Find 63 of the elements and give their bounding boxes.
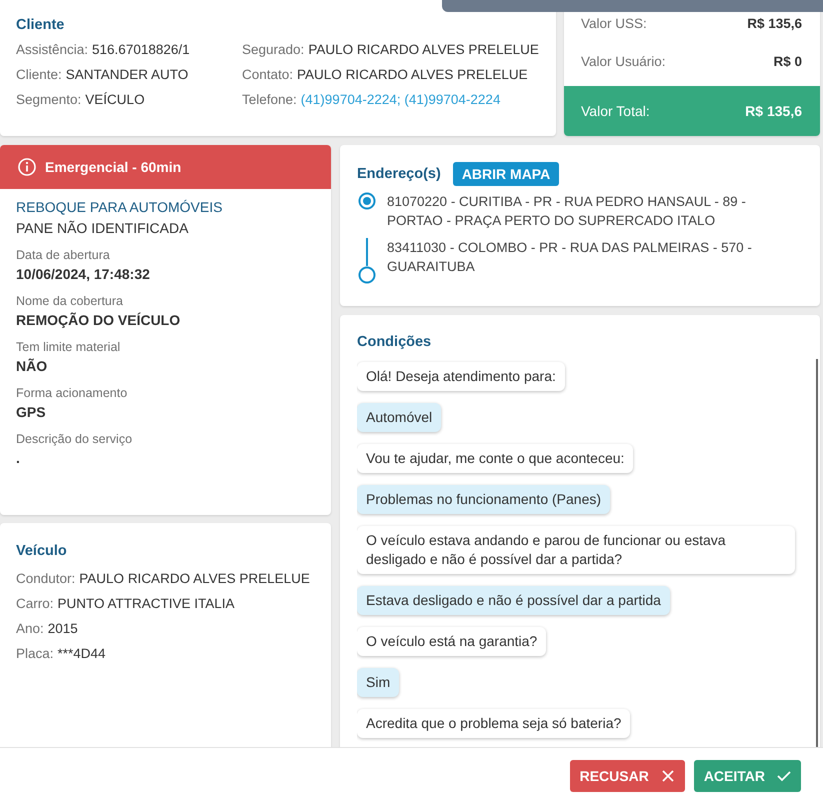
field-label: Cliente: [16, 67, 62, 82]
service-title: REBOQUE PARA AUTOMÓVEIS [16, 199, 224, 215]
value-amount: R$ 0 [773, 54, 802, 68]
field-label: Carro: [16, 596, 54, 611]
field-value: . [16, 450, 21, 466]
answer-bubble: Problemas no funcionamento (Panes) [357, 485, 610, 514]
question-bubble: Vou te ajudar, me conte o que aconteceu: [357, 444, 634, 473]
field-label: Forma acionamento [16, 386, 128, 400]
destination-marker-icon [358, 266, 376, 284]
question-bubble: O veículo estava andando e parou de funcionar ou estava desligado e não é possível dar a partida? [357, 526, 795, 574]
close-icon [660, 768, 675, 782]
accept-button[interactable]: ACEITAR [694, 760, 801, 792]
field-label: Telefone: [242, 92, 297, 107]
field-label: Segurado: [242, 42, 304, 57]
service-subtitle: PANE NÃO IDENTIFICADA [16, 220, 190, 236]
section-title: Cliente [16, 17, 64, 33]
priority-text: Emergencial - 60min [45, 159, 182, 175]
value-amount: R$ 135,6 [747, 16, 802, 30]
field-value: NÃO [16, 358, 48, 374]
question-bubble: Acredita que o problema seja só bateria? [357, 709, 630, 738]
field-label: Condutor: [16, 571, 76, 586]
answer-bubble: Sim [357, 668, 400, 697]
field-label: Segmento: [16, 92, 82, 107]
field-value: PAULO RICARDO ALVES PRELELUE [79, 571, 310, 586]
info-icon [18, 158, 36, 176]
address-text: 83411030 - COLOMBO - PR - RUA DAS PALMEIRAS - 570 - GUARAITUBA [387, 239, 753, 276]
field-value: 2015 [48, 621, 78, 636]
value-label: Valor USS: [581, 16, 647, 30]
section-title: Endereço(s) [357, 166, 441, 182]
field-value: REMOÇÃO DO VEÍCULO [16, 312, 182, 328]
section-title: Veículo [16, 543, 68, 559]
origin-marker-icon [358, 192, 376, 210]
value-label: Valor Usuário: [581, 54, 666, 68]
field-value: 516.67018826/1 [92, 42, 190, 57]
field-value: SANTANDER AUTO [66, 67, 188, 82]
section-title: Condições [357, 334, 432, 350]
field-label: Assistência: [16, 42, 88, 57]
answer-bubble: Estava desligado e não é possível dar a partida [357, 586, 670, 615]
total-label: Valor Total: [581, 103, 650, 119]
field-label: Placa: [16, 646, 54, 661]
field-value: PAULO RICARDO ALVES PRELELUE [308, 42, 539, 57]
field-label: Descrição do serviço [16, 432, 134, 446]
field-label: Ano: [16, 621, 44, 636]
field-value: PAULO RICARDO ALVES PRELELUE [297, 67, 528, 82]
answer-bubble: Automóvel [357, 403, 442, 432]
route-line [366, 238, 368, 266]
field-value: 10/06/2024, 17:48:32 [16, 266, 151, 282]
field-value: ***4D44 [58, 646, 106, 661]
field-label: Tem limite material [16, 340, 122, 354]
question-bubble: O veículo está na garantia? [357, 627, 546, 656]
field-label: Data de abertura [16, 248, 111, 262]
field-value: PUNTO ATTRACTIVE ITALIA [58, 596, 235, 611]
field-value: VEÍCULO [85, 92, 145, 107]
reject-button[interactable]: RECUSAR [570, 760, 685, 792]
phone-link[interactable]: (41)99704-2224; (41)99704-2224 [300, 92, 500, 107]
total-amount: R$ 135,6 [745, 103, 802, 119]
address-text: 81070220 - CURITIBA - PR - RUA PEDRO HANSAUL - 89 - PORTAO - PRAÇA PERTO DO SUPRERCADO ITALO [387, 193, 747, 230]
field-label: Nome da cobertura [16, 294, 124, 308]
open-map-button[interactable]: ABRIR MAPA [452, 162, 560, 186]
field-label: Contato: [242, 67, 294, 82]
field-value: GPS [16, 404, 47, 420]
check-icon [777, 768, 791, 782]
question-bubble: Olá! Deseja atendimento para: [357, 362, 565, 391]
